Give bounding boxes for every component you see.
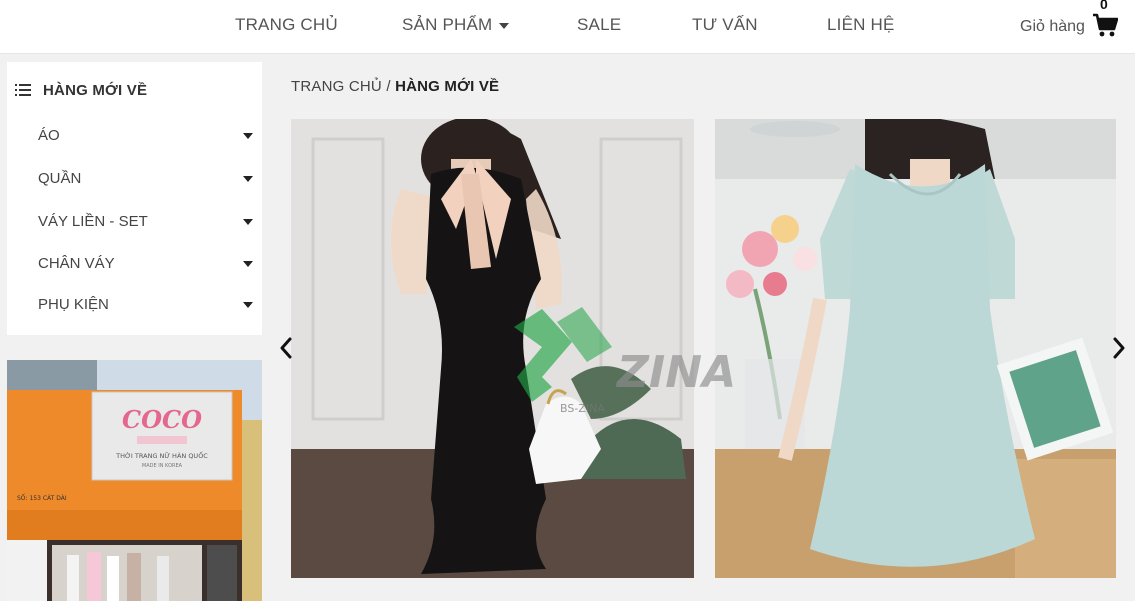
caret-down-icon[interactable] [243, 219, 253, 225]
sidebar-item-label: ÁO [38, 127, 60, 144]
chevron-down-icon [499, 22, 510, 29]
sidebar-title: HÀNG MỚI VỀ [43, 81, 148, 99]
list-icon [15, 84, 31, 96]
nav-consult[interactable]: TƯ VẤN [692, 15, 758, 35]
caret-down-icon[interactable] [243, 302, 253, 308]
store-sign-brand: COCO [122, 405, 202, 434]
caret-down-icon[interactable] [243, 261, 253, 267]
sidebar-item-vay-lien-set[interactable]: VÁY LIỀN - SET [38, 213, 253, 233]
nav-products[interactable]: SẢN PHẨM [402, 15, 510, 35]
store-sign-address: SỐ: 153 CÁT DÀI [17, 494, 67, 502]
store-front-image[interactable]: COCO THỜI TRANG NỮ HÀN QUỐC MADE IN KORE… [7, 360, 262, 601]
sidebar-item-label: PHỤ KIỆN [38, 296, 109, 313]
category-sidebar: HÀNG MỚI VỀ ÁO QUẦN VÁY LIỀN - SET CHÂN … [7, 62, 262, 335]
watermark-subtext: BS-ZINA [560, 402, 605, 415]
sidebar-item-ao[interactable]: ÁO [38, 127, 253, 147]
sidebar-header: HÀNG MỚI VỀ [15, 79, 147, 101]
cart-label[interactable]: Giỏ hàng [1020, 18, 1085, 36]
nav-home[interactable]: TRANG CHỦ [235, 15, 338, 35]
sidebar-item-phu-kien[interactable]: PHỤ KIỆN [38, 296, 253, 316]
watermark-logo: ZINA BS-ZINA [514, 307, 736, 415]
sidebar-item-label: CHÂN VÁY [38, 255, 115, 272]
caret-down-icon[interactable] [243, 176, 253, 182]
top-navigation-bar: TRANG CHỦ SẢN PHẨM SALE TƯ VẤN LIÊN HỆ G… [0, 0, 1135, 54]
carousel-prev-icon[interactable] [279, 337, 293, 359]
sidebar-item-label: VÁY LIỀN - SET [38, 213, 148, 230]
caret-down-icon[interactable] [243, 133, 253, 139]
sidebar-item-chan-vay[interactable]: CHÂN VÁY [38, 255, 253, 275]
cart-icon[interactable] [1092, 12, 1118, 38]
carousel-next-icon[interactable] [1112, 337, 1126, 359]
nav-contact[interactable]: LIÊN HỆ [827, 15, 895, 35]
breadcrumb: TRANG CHỦ / HÀNG MỚI VỀ [291, 78, 499, 95]
cart-count-badge: 0 [1100, 0, 1108, 12]
sidebar-item-label: QUẦN [38, 170, 82, 187]
nav-products-label: SẢN PHẨM [402, 15, 493, 34]
nav-sale[interactable]: SALE [577, 15, 621, 35]
breadcrumb-home[interactable]: TRANG CHỦ [291, 78, 382, 95]
watermark-text: ZINA [615, 347, 736, 398]
store-sign-tagline: THỜI TRANG NỮ HÀN QUỐC [115, 450, 208, 460]
store-sign-made-in: MADE IN KOREA [142, 463, 183, 469]
product-slide[interactable] [715, 119, 1116, 578]
breadcrumb-current: HÀNG MỚI VỀ [395, 78, 500, 95]
breadcrumb-separator: / [381, 78, 396, 95]
sidebar-item-quan[interactable]: QUẦN [38, 170, 253, 190]
